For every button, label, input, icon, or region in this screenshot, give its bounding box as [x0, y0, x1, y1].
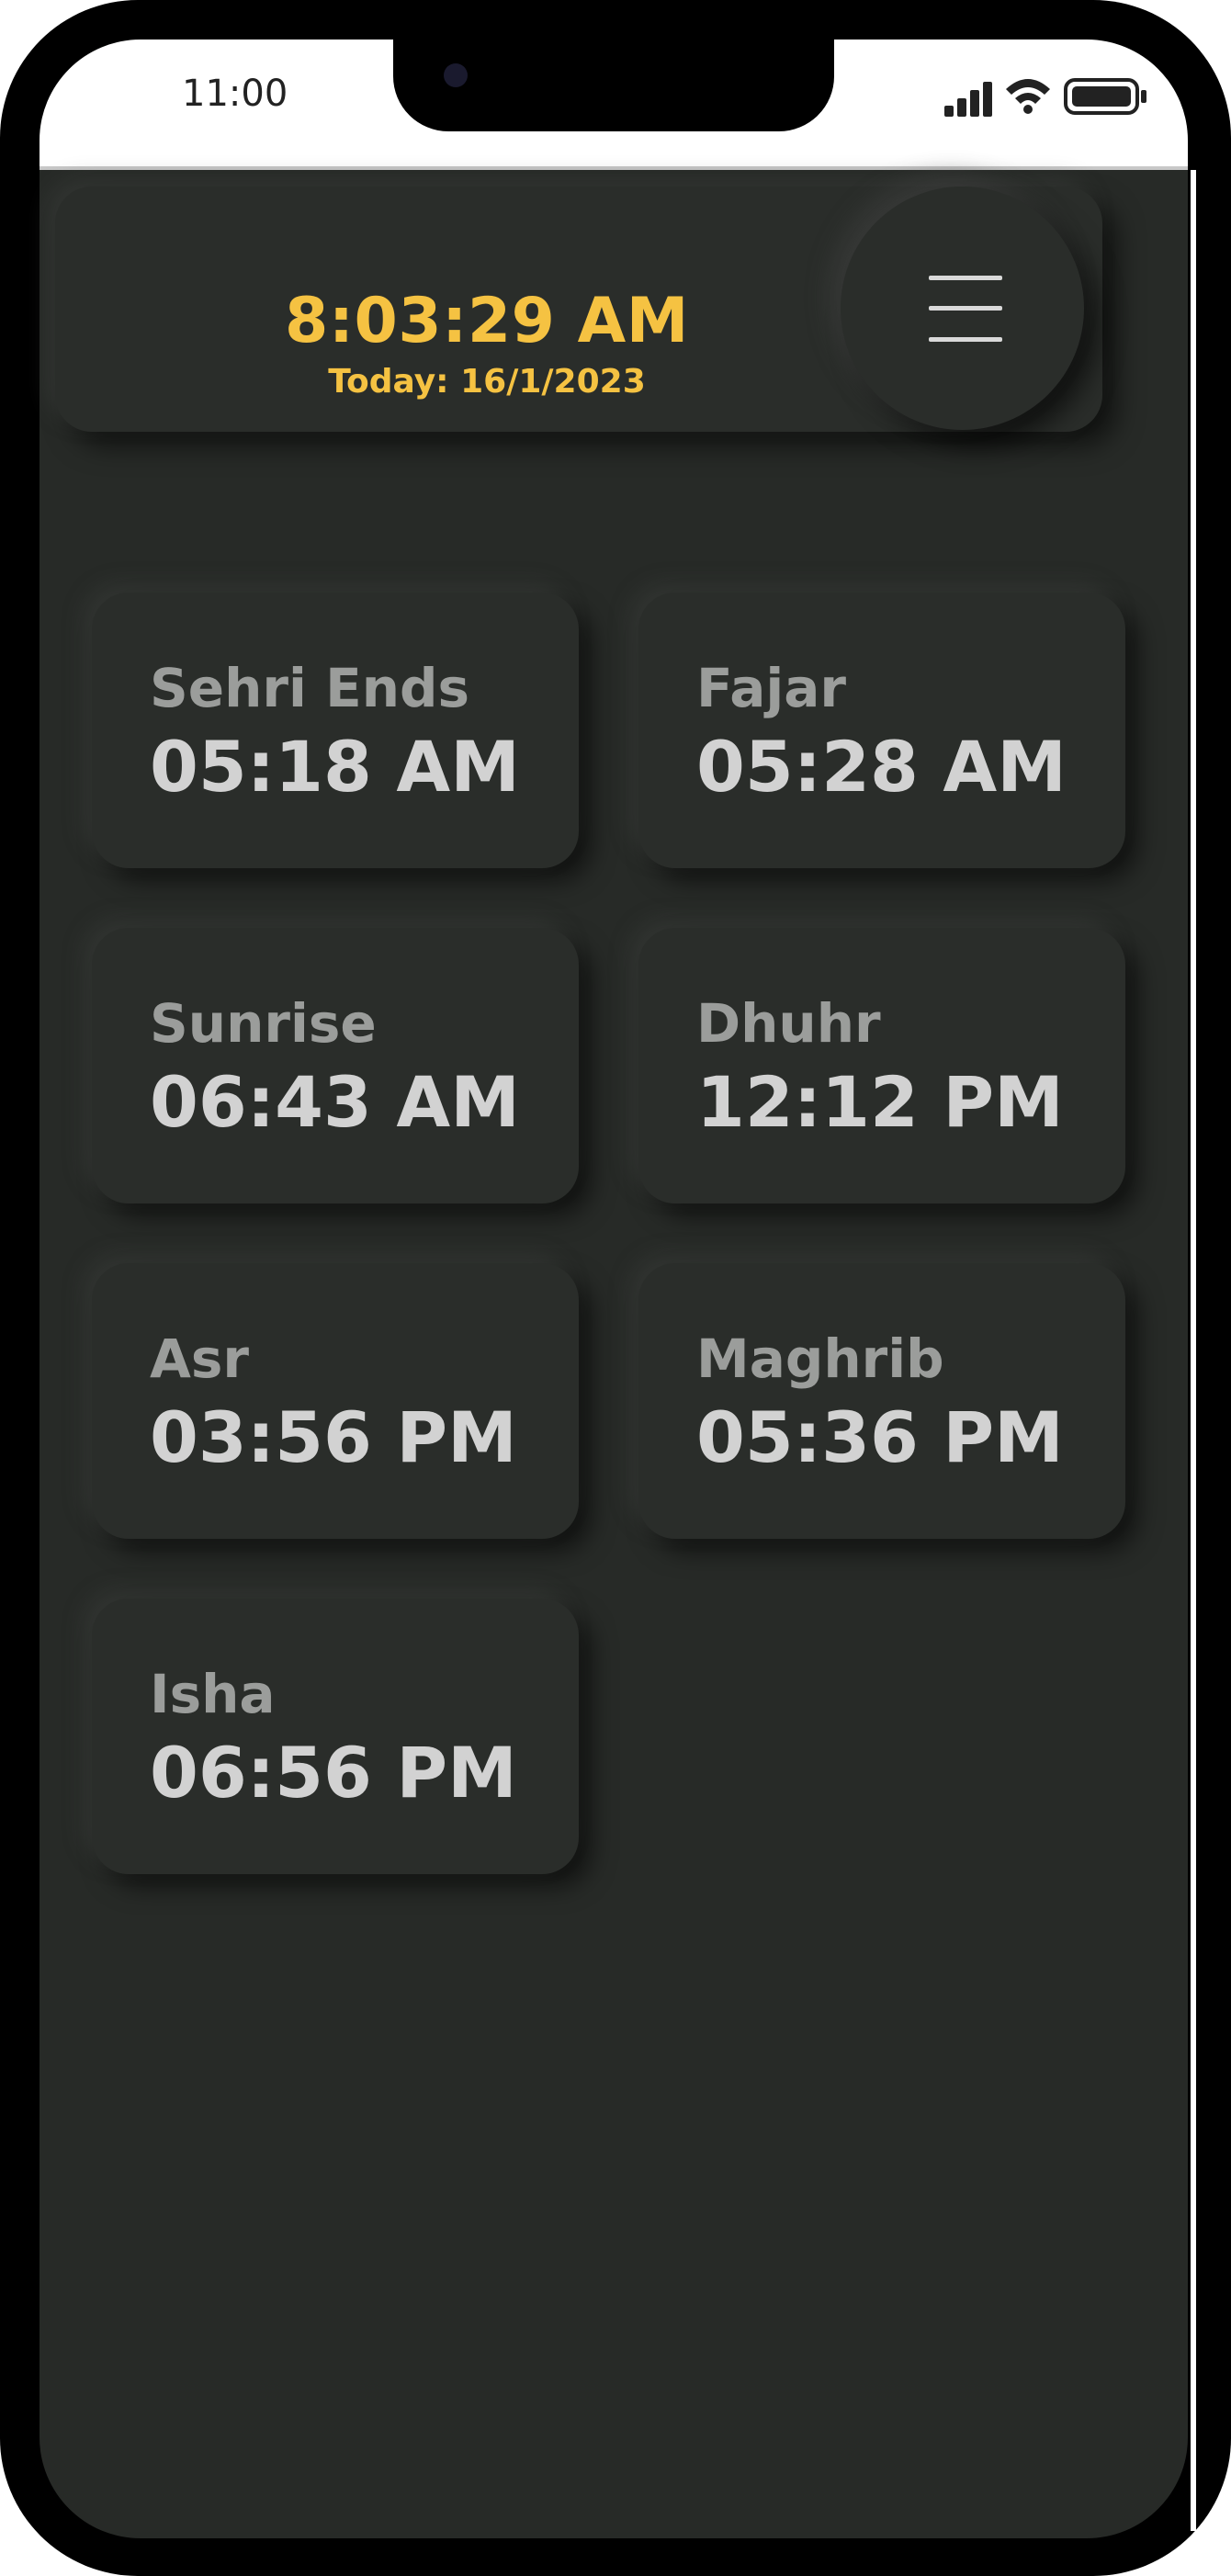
prayer-card-sehri-ends[interactable]: Sehri Ends 05:18 AM — [92, 593, 579, 868]
prayer-card-sunrise[interactable]: Sunrise 06:43 AM — [92, 928, 579, 1203]
prayer-card-maghrib[interactable]: Maghrib 05:36 PM — [638, 1263, 1125, 1539]
prayer-card-isha[interactable]: Isha 06:56 PM — [92, 1599, 579, 1874]
prayer-time: 05:36 PM — [696, 1396, 1064, 1478]
phone-edge-highlight — [1191, 170, 1196, 2531]
prayer-card-asr[interactable]: Asr 03:56 PM — [92, 1263, 579, 1539]
prayer-name: Asr — [150, 1328, 250, 1390]
battery-icon — [1064, 78, 1146, 115]
prayer-name: Isha — [150, 1663, 276, 1725]
prayer-card-fajar[interactable]: Fajar 05:28 AM — [638, 593, 1125, 868]
menu-button[interactable] — [841, 186, 1084, 430]
camera-icon — [444, 63, 468, 87]
status-time: 11:00 — [182, 73, 288, 115]
prayer-name: Dhuhr — [696, 992, 881, 1055]
wifi-icon — [1006, 79, 1050, 114]
prayer-time: 05:18 AM — [150, 726, 520, 808]
status-icons — [912, 40, 1188, 166]
prayer-name: Maghrib — [696, 1328, 944, 1390]
current-time: 8:03:29 AM — [285, 285, 689, 357]
prayer-name: Sunrise — [150, 992, 377, 1055]
signal-icon — [944, 82, 992, 117]
prayer-name: Fajar — [696, 657, 846, 719]
prayer-time: 05:28 AM — [696, 726, 1067, 808]
prayer-time: 06:43 AM — [150, 1061, 520, 1143]
prayer-time: 06:56 PM — [150, 1732, 517, 1813]
prayer-card-dhuhr[interactable]: Dhuhr 12:12 PM — [638, 928, 1125, 1203]
prayer-name: Sehri Ends — [150, 657, 470, 719]
status-bar: 11:00 — [40, 40, 1188, 170]
prayer-time: 12:12 PM — [696, 1061, 1064, 1143]
prayer-time: 03:56 PM — [150, 1396, 517, 1478]
current-date: Today: 16/1/2023 — [328, 363, 646, 401]
